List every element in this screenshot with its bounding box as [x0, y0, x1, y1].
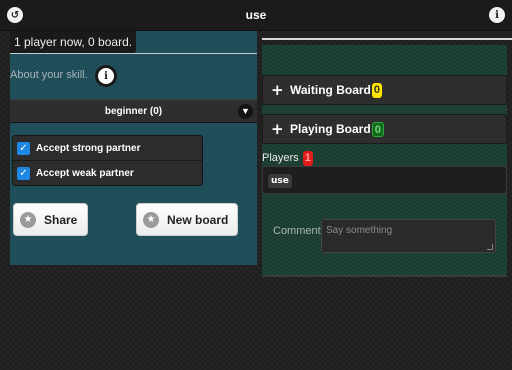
waiting-count-badge: 0 — [371, 82, 383, 98]
share-button-label: Share — [44, 212, 78, 227]
resize-handle-icon[interactable] — [487, 244, 493, 250]
checkbox-checked-icon[interactable]: ✓ — [17, 167, 30, 180]
new-board-button-label: New board — [167, 212, 229, 227]
partner-options: ✓ Accept strong partner ✓ Accept weak pa… — [12, 135, 203, 186]
checkbox-strong-partner[interactable]: ✓ Accept strong partner — [13, 136, 202, 161]
info-icon[interactable]: i — [489, 7, 505, 23]
page-title: use — [245, 8, 267, 22]
skill-select-value: beginner (0) — [104, 106, 163, 117]
checkbox-label: Accept weak partner — [36, 168, 134, 179]
checkbox-checked-icon[interactable]: ✓ — [17, 141, 30, 155]
star-icon: ★ — [20, 211, 36, 228]
players-count-badge: 1 — [302, 151, 313, 166]
share-button[interactable]: ★ Share — [13, 203, 88, 236]
header-bar: ↺ use i — [0, 0, 512, 31]
divider — [262, 38, 512, 40]
players-list: use — [262, 166, 507, 194]
skill-select[interactable]: beginner (0) ▼ — [10, 99, 257, 123]
star-icon: ★ — [143, 211, 159, 228]
about-skill-label: About your skill. — [10, 69, 88, 81]
checkbox-weak-partner[interactable]: ✓ Accept weak partner — [13, 161, 202, 185]
plus-icon: + — [271, 81, 284, 99]
players-heading: Players 1 — [262, 151, 313, 166]
lobby-panel: 1 player now, 0 board. About your skill.… — [10, 31, 257, 265]
checkbox-label: Accept strong partner — [36, 142, 141, 154]
playing-board-toggle[interactable]: + Playing Board 0 — [262, 114, 507, 144]
playing-board-label: Playing Board — [290, 122, 371, 136]
comment-placeholder: Say something — [326, 225, 393, 236]
playing-count-badge: 0 — [371, 121, 384, 137]
boards-panel: + Waiting Board 0 + Playing Board 0 Play… — [262, 45, 507, 277]
info-icon[interactable]: i — [98, 68, 114, 84]
players-label: Players — [262, 152, 299, 164]
comment-label: Comment — [273, 225, 321, 237]
divider — [10, 53, 257, 54]
chevron-down-icon: ▼ — [238, 104, 253, 119]
new-board-button[interactable]: ★ New board — [136, 203, 238, 236]
waiting-board-toggle[interactable]: + Waiting Board 0 — [262, 75, 507, 105]
comment-input[interactable]: Say something — [321, 219, 496, 253]
status-text: 1 player now, 0 board. — [10, 31, 137, 53]
waiting-board-label: Waiting Board — [290, 83, 371, 97]
player-chip[interactable]: use — [268, 174, 292, 188]
plus-icon: + — [271, 120, 284, 138]
